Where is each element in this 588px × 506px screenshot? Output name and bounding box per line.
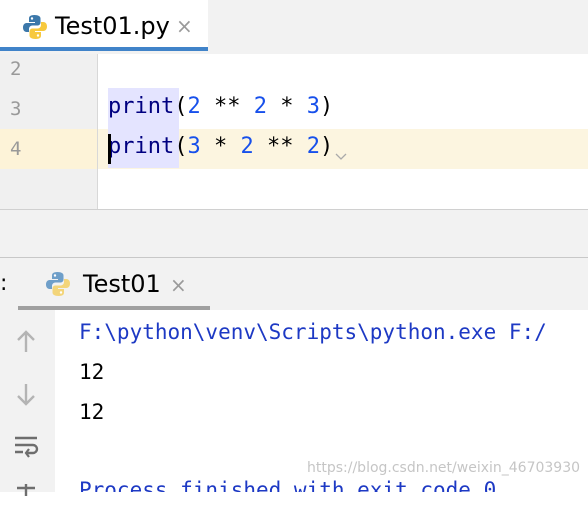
code-paren: ) xyxy=(319,94,334,119)
code-function: print xyxy=(108,134,175,159)
code-paren: ( xyxy=(174,94,188,119)
line-number: 3 xyxy=(10,98,22,120)
editor-tab-test01-py[interactable]: Test01.py × xyxy=(0,0,208,50)
editor-tab-title: Test01.py xyxy=(55,12,170,40)
line-number: 4 xyxy=(10,138,22,160)
code-operator: ** xyxy=(253,134,307,159)
python-file-icon xyxy=(45,271,71,297)
console-exit-message: Process finished with exit code 0 xyxy=(79,478,497,492)
close-icon[interactable]: × xyxy=(170,275,187,295)
arrow-up-icon[interactable] xyxy=(10,326,42,358)
close-icon[interactable]: × xyxy=(176,16,193,36)
run-tab-bar: : Test01 × xyxy=(0,258,588,310)
line-number: 2 xyxy=(10,58,22,80)
console-output-line: 12 xyxy=(79,360,105,384)
editor-tab-bar: Test01.py × xyxy=(0,0,588,54)
code-line[interactable]: print(3 * 2 ** 2) xyxy=(108,134,333,159)
code-line[interactable]: print(2 ** 2 * 3) xyxy=(108,94,333,119)
soft-wrap-icon[interactable] xyxy=(10,430,42,462)
console-output-line: 12 xyxy=(79,400,105,424)
python-file-icon xyxy=(22,14,48,40)
console-toolbar xyxy=(0,310,55,496)
code-operator: ** xyxy=(200,94,254,119)
run-label-suffix: : xyxy=(0,271,8,296)
code-number: 2 xyxy=(240,134,254,159)
panel-splitter[interactable] xyxy=(0,210,588,257)
watermark-text: https://blog.csdn.net/weixin_46703930 xyxy=(307,460,581,476)
code-number: 2 xyxy=(306,134,320,159)
run-tab-title: Test01 xyxy=(83,270,161,298)
code-operator: * xyxy=(200,134,241,159)
text-caret xyxy=(108,134,111,164)
code-number: 3 xyxy=(187,134,201,159)
gutter-separator xyxy=(97,54,98,209)
scroll-to-end-icon[interactable] xyxy=(10,474,42,506)
code-function: print xyxy=(108,94,175,119)
console-command-link[interactable]: F:\python\venv\Scripts\python.exe F:/ xyxy=(79,320,547,344)
code-operator: * xyxy=(266,94,307,119)
code-number: 3 xyxy=(306,94,320,119)
code-number: 2 xyxy=(253,94,267,119)
code-number: 2 xyxy=(187,94,201,119)
code-paren: ( xyxy=(174,134,188,159)
arrow-down-icon[interactable] xyxy=(10,378,42,410)
active-tab-indicator xyxy=(0,47,208,51)
code-editor[interactable]: 2 3 4 print(2 ** 2 * 3) print(3 * 2 ** 2… xyxy=(0,54,588,209)
chevron-down-icon xyxy=(335,150,347,164)
code-paren: ) xyxy=(319,134,334,159)
